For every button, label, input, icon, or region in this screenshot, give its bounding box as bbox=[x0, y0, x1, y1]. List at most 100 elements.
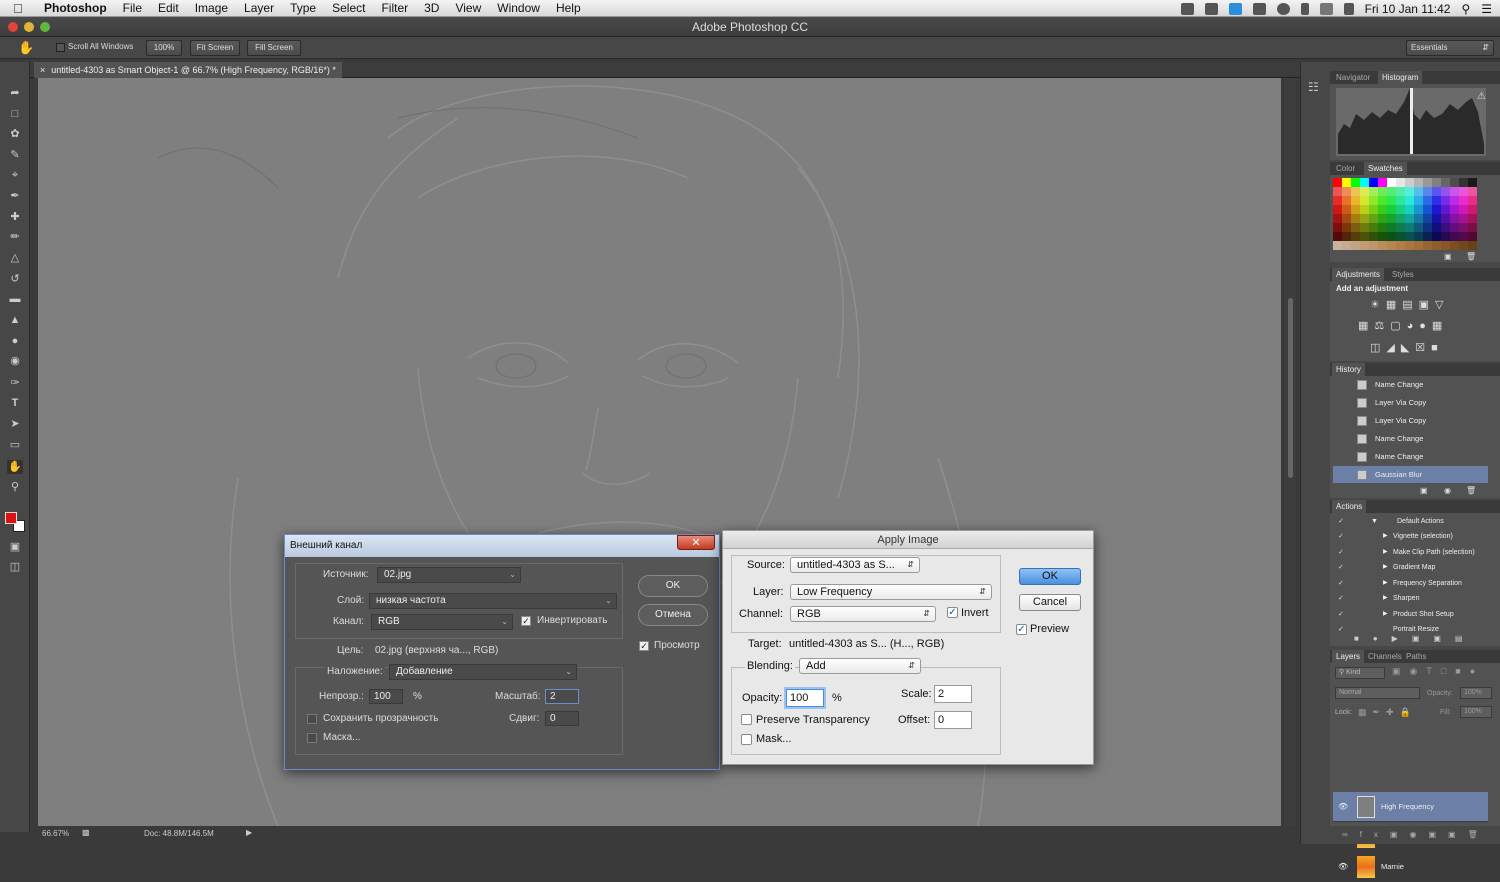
color-swatch[interactable] bbox=[1450, 205, 1459, 214]
color-swatch[interactable] bbox=[1405, 196, 1414, 205]
layer-opacity-input[interactable]: 100% bbox=[1460, 687, 1492, 699]
color-swatch[interactable] bbox=[1342, 187, 1351, 196]
dodge-tool-icon[interactable]: ◉ bbox=[7, 354, 23, 368]
color-swatch[interactable] bbox=[1369, 196, 1378, 205]
color-swatch[interactable] bbox=[1333, 205, 1342, 214]
action-item[interactable]: ✓ ▶ Make Clip Path (selection) bbox=[1333, 545, 1488, 560]
color-swatch[interactable] bbox=[1414, 205, 1423, 214]
color-swatch[interactable] bbox=[1405, 205, 1414, 214]
color-swatch[interactable] bbox=[1378, 214, 1387, 223]
color-swatch[interactable] bbox=[1360, 196, 1369, 205]
invert-checkbox[interactable]: ✓ bbox=[521, 616, 531, 626]
color-swatch[interactable] bbox=[1450, 214, 1459, 223]
tab-actions[interactable]: Actions bbox=[1332, 500, 1367, 513]
hand-tool-icon[interactable]: ✋ bbox=[7, 460, 23, 474]
opacity-input[interactable]: 100 bbox=[369, 689, 403, 704]
fit-screen-button[interactable]: Fit Screen bbox=[190, 40, 240, 56]
action-item[interactable]: ✓ ▶ Frequency Separation bbox=[1333, 576, 1488, 591]
crop-tool-icon[interactable]: ⌖ bbox=[7, 168, 23, 182]
channel-select[interactable]: RGB ⌄ bbox=[371, 614, 513, 630]
vertical-scroll-thumb[interactable] bbox=[1288, 298, 1293, 478]
color-swatch[interactable] bbox=[1351, 223, 1360, 232]
color-swatch[interactable] bbox=[1405, 241, 1414, 250]
pen-tool-icon[interactable]: ✑ bbox=[7, 376, 23, 390]
visibility-eye-icon[interactable]: 👁 bbox=[1338, 852, 1348, 882]
color-swatch[interactable] bbox=[1333, 232, 1342, 241]
color-swatch[interactable] bbox=[1360, 205, 1369, 214]
expand-down-icon[interactable]: ▼ bbox=[1371, 514, 1378, 529]
channel-select[interactable]: RGB ⇵ bbox=[790, 606, 936, 622]
color-swatch[interactable] bbox=[1450, 196, 1459, 205]
layer-filter-icons[interactable]: ▣◉T□■● bbox=[1392, 666, 1484, 677]
color-swatch[interactable] bbox=[1396, 223, 1405, 232]
preview-checkbox[interactable]: ✓ bbox=[639, 641, 649, 651]
color-swatch[interactable] bbox=[1333, 223, 1342, 232]
color-swatch[interactable] bbox=[1351, 232, 1360, 241]
ok-button[interactable]: OK bbox=[1019, 568, 1081, 585]
mask-checkbox[interactable] bbox=[307, 733, 317, 743]
layer-row-selected[interactable]: 👁 High Frequency bbox=[1333, 792, 1488, 822]
color-swatch[interactable] bbox=[1351, 205, 1360, 214]
hand-icon[interactable]: ✋ bbox=[18, 40, 34, 56]
color-swatch[interactable] bbox=[1468, 214, 1477, 223]
color-swatch[interactable] bbox=[1369, 241, 1378, 250]
foreground-color-swatch[interactable] bbox=[5, 512, 17, 524]
color-swatch[interactable] bbox=[1441, 223, 1450, 232]
preserve-transparency-checkbox[interactable] bbox=[307, 714, 317, 724]
color-swatch[interactable] bbox=[1423, 241, 1432, 250]
color-swatch[interactable] bbox=[1378, 187, 1387, 196]
action-item[interactable]: ✓ ▶ Gradient Map bbox=[1333, 560, 1488, 575]
invert-checkbox[interactable]: ✓ bbox=[947, 607, 958, 618]
menu-filter[interactable]: Filter bbox=[373, 1, 416, 15]
checkmark-icon[interactable]: ✓ bbox=[1338, 545, 1344, 560]
tab-layers[interactable]: Layers bbox=[1332, 650, 1365, 663]
color-swatch[interactable] bbox=[1450, 187, 1459, 196]
path-select-tool-icon[interactable]: ➤ bbox=[7, 417, 23, 431]
color-swatch[interactable] bbox=[1387, 241, 1396, 250]
color-swatch[interactable] bbox=[1342, 223, 1351, 232]
color-swatch[interactable] bbox=[1450, 232, 1459, 241]
color-swatch[interactable] bbox=[1459, 205, 1468, 214]
expand-right-icon[interactable]: ▶ bbox=[1383, 560, 1388, 575]
color-swatch[interactable] bbox=[1387, 232, 1396, 241]
expand-right-icon[interactable]: ▶ bbox=[1383, 576, 1388, 591]
action-item[interactable]: ✓ ▶ Vignette (selection) bbox=[1333, 529, 1488, 544]
bluetooth-icon[interactable] bbox=[1300, 2, 1309, 15]
quick-mask-icon[interactable]: ▣ bbox=[7, 540, 23, 554]
color-swatch[interactable] bbox=[1414, 196, 1423, 205]
wifi-icon[interactable] bbox=[1319, 2, 1333, 15]
color-swatch[interactable] bbox=[1468, 187, 1477, 196]
color-swatch[interactable] bbox=[1414, 187, 1423, 196]
color-swatch[interactable] bbox=[1414, 241, 1423, 250]
menu-3d[interactable]: 3D bbox=[416, 1, 447, 15]
color-swatch[interactable] bbox=[1378, 223, 1387, 232]
color-swatch[interactable] bbox=[1396, 178, 1405, 187]
menu-photoshop[interactable]: Photoshop bbox=[36, 1, 115, 15]
snapshot-icon[interactable]: ◉ bbox=[1444, 486, 1451, 495]
apple-logo-icon[interactable]:  bbox=[0, 1, 36, 16]
color-swatch[interactable] bbox=[1396, 205, 1405, 214]
layer-kind-filter[interactable]: ⚲ Kind bbox=[1335, 667, 1385, 679]
layer-row[interactable]: 👁 Marnie bbox=[1333, 852, 1488, 882]
adjustment-icons-row-1[interactable]: ☀▦▤▣▽ bbox=[1370, 298, 1450, 311]
color-swatch[interactable] bbox=[1360, 178, 1369, 187]
checkmark-icon[interactable]: ✓ bbox=[1338, 622, 1344, 632]
color-swatch[interactable] bbox=[1369, 214, 1378, 223]
action-item[interactable]: ✓ ▶ Sharpen bbox=[1333, 591, 1488, 606]
color-swatch[interactable] bbox=[1387, 196, 1396, 205]
menu-edit[interactable]: Edit bbox=[150, 1, 187, 15]
offset-input[interactable]: 0 bbox=[934, 711, 972, 729]
color-swatch[interactable] bbox=[1432, 196, 1441, 205]
layer-footer-icons[interactable]: ∞fx▣◉▣▣🗑 bbox=[1330, 826, 1500, 844]
cloud-icon[interactable] bbox=[1180, 2, 1194, 15]
color-swatch[interactable] bbox=[1351, 241, 1360, 250]
scale-input[interactable]: 2 bbox=[545, 689, 579, 704]
minimize-window-button[interactable] bbox=[24, 22, 34, 32]
notification-list-icon[interactable]: ☰ bbox=[1481, 2, 1492, 16]
color-swatch[interactable] bbox=[1423, 205, 1432, 214]
cancel-button[interactable]: Отмена bbox=[638, 604, 708, 626]
zoom-tool-icon[interactable]: ⚲ bbox=[7, 480, 23, 494]
brush-tool-icon[interactable]: ✏ bbox=[7, 230, 23, 244]
color-swatch[interactable] bbox=[1459, 241, 1468, 250]
color-swatch[interactable] bbox=[1342, 214, 1351, 223]
